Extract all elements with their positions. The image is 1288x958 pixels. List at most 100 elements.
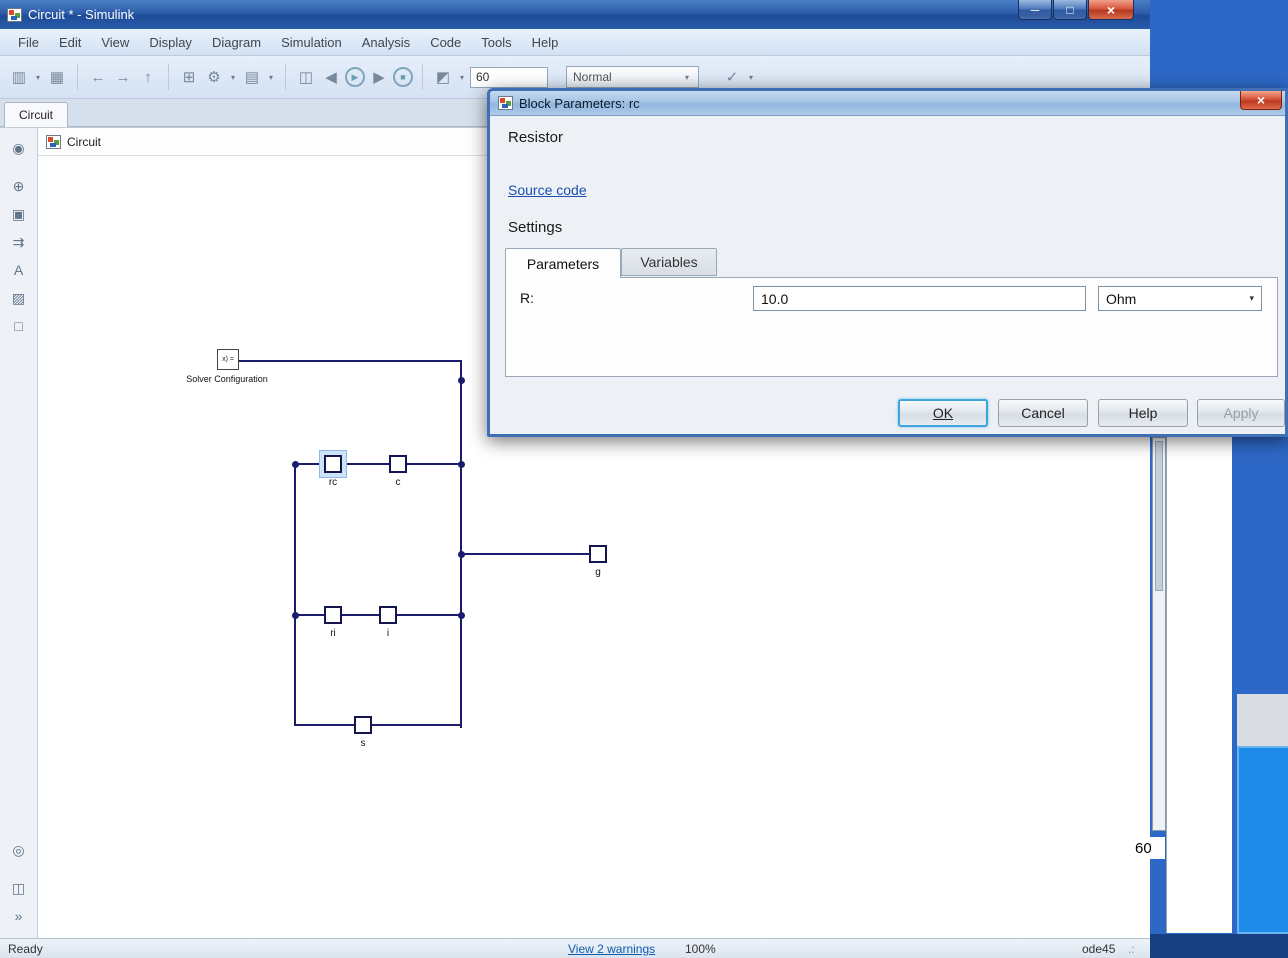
menu-display[interactable]: Display: [139, 31, 202, 54]
sim-mode-select[interactable]: Normal ▾: [566, 66, 699, 88]
menu-help[interactable]: Help: [522, 31, 569, 54]
param-unit-caret-icon: ▾: [1249, 293, 1254, 304]
stop-button[interactable]: ■: [393, 67, 413, 87]
block-s[interactable]: [354, 716, 372, 734]
model-settings-icon[interactable]: ▤: [241, 65, 263, 89]
menu-code[interactable]: Code: [420, 31, 471, 54]
back-icon[interactable]: ←: [87, 65, 109, 89]
wire: [461, 553, 591, 555]
dialog-title: Block Parameters: rc: [519, 96, 640, 111]
cancel-button[interactable]: Cancel: [998, 399, 1088, 427]
wire: [460, 360, 462, 728]
menu-simulation[interactable]: Simulation: [271, 31, 352, 54]
new-model-icon[interactable]: ▥: [8, 65, 30, 89]
block-ri[interactable]: [324, 606, 342, 624]
library-browser-icon[interactable]: ⊞: [178, 65, 200, 89]
menu-analysis[interactable]: Analysis: [352, 31, 420, 54]
status-zoom: 100%: [685, 942, 716, 956]
minimize-button[interactable]: ─: [1018, 0, 1052, 20]
wire-junction: [458, 551, 465, 558]
param-unit-select[interactable]: Ohm ▾: [1098, 286, 1262, 311]
block-rc[interactable]: [324, 455, 342, 473]
explore-icon[interactable]: ◉: [0, 134, 37, 162]
menu-edit[interactable]: Edit: [49, 31, 91, 54]
update-diagram-caret-icon[interactable]: ▾: [746, 73, 756, 82]
menu-tools[interactable]: Tools: [471, 31, 521, 54]
snapshot-icon[interactable]: ◎: [0, 836, 37, 864]
sim-stop-time-input[interactable]: [470, 67, 548, 88]
block-solver-configuration[interactable]: x) =: [217, 349, 239, 370]
status-ready: Ready: [8, 942, 43, 956]
source-code-link[interactable]: Source code: [508, 182, 587, 198]
status-solver: ode45: [1082, 942, 1115, 956]
up-to-parent-icon[interactable]: ↑: [137, 65, 159, 89]
sim-mode-value: Normal: [573, 70, 612, 84]
save-icon[interactable]: ▦: [46, 65, 68, 89]
background-panel: [1166, 437, 1232, 933]
viewmarks-icon[interactable]: ◫: [0, 874, 37, 902]
probe-icon[interactable]: ◩: [432, 65, 454, 89]
wire-junction: [292, 612, 299, 619]
tab-parameters[interactable]: Parameters: [505, 248, 621, 278]
ok-button[interactable]: OK: [898, 399, 988, 427]
menu-file[interactable]: File: [8, 31, 49, 54]
tab-circuit[interactable]: Circuit: [4, 102, 68, 127]
menu-diagram[interactable]: Diagram: [202, 31, 271, 54]
background-bottom-strip: [1150, 934, 1288, 958]
wire-junction: [458, 377, 465, 384]
update-diagram-check-icon[interactable]: ✓: [721, 65, 743, 89]
step-back-icon[interactable]: ◀: [320, 65, 342, 89]
sim-mode-caret-icon: ▾: [682, 73, 692, 82]
block-label-solver-configuration: Solver Configuration: [167, 374, 287, 384]
model-config-caret-icon[interactable]: ▾: [228, 73, 238, 82]
menu-view[interactable]: View: [91, 31, 139, 54]
toolbar-separator: [285, 64, 286, 90]
title-bar: Circuit * - Simulink ─ □ ×: [0, 0, 1150, 29]
warnings-link[interactable]: View 2 warnings: [568, 942, 655, 956]
toolbar-separator: [77, 64, 78, 90]
tab-variables[interactable]: Variables: [621, 248, 717, 276]
wire-junction: [458, 612, 465, 619]
maximize-button[interactable]: □: [1053, 0, 1087, 20]
background-scrollbar-thumb[interactable]: [1155, 441, 1163, 591]
zoom-icon[interactable]: ⊕: [0, 172, 37, 200]
wire-junction: [458, 461, 465, 468]
block-parameters-dialog: Block Parameters: rc × Resistor Source c…: [487, 88, 1288, 437]
wire: [294, 614, 462, 616]
resize-grip-icon[interactable]: .:: [1128, 942, 1135, 956]
dialog-title-bar[interactable]: Block Parameters: rc: [490, 91, 1285, 116]
toolbar-separator: [422, 64, 423, 90]
image-icon[interactable]: ▨: [0, 284, 37, 312]
block-g[interactable]: [589, 545, 607, 563]
settings-label: Settings: [508, 219, 562, 236]
dialog-block-icon: [498, 96, 513, 110]
apply-button[interactable]: Apply: [1197, 399, 1285, 427]
param-r-label: R:: [520, 290, 534, 306]
run-button[interactable]: ▶: [345, 67, 365, 87]
forward-icon[interactable]: →: [112, 65, 134, 89]
dialog-close-button[interactable]: ×: [1240, 91, 1282, 110]
left-tool-palette: ◉ ⊕ ▣ ⇉ A ▨ □ ◎ ◫ »: [0, 127, 38, 938]
probe-caret-icon[interactable]: ▾: [457, 73, 467, 82]
new-model-caret-icon[interactable]: ▾: [33, 73, 43, 82]
model-config-gear-icon[interactable]: ⚙: [203, 65, 225, 89]
window-title: Circuit * - Simulink: [28, 7, 134, 22]
model-settings-caret-icon[interactable]: ▾: [266, 73, 276, 82]
help-button[interactable]: Help: [1098, 399, 1188, 427]
block-c[interactable]: [389, 455, 407, 473]
add-viewer-icon[interactable]: ◫: [295, 65, 317, 89]
annotation-icon[interactable]: A: [0, 256, 37, 284]
block-i[interactable]: [379, 606, 397, 624]
expand-palette-icon[interactable]: »: [0, 902, 37, 930]
param-r-input[interactable]: [753, 286, 1086, 311]
signal-direction-icon[interactable]: ⇉: [0, 228, 37, 256]
close-button[interactable]: ×: [1088, 0, 1134, 20]
background-blue-fragment: [1237, 746, 1288, 934]
wire: [294, 463, 296, 726]
window-controls: ─ □ ×: [1018, 0, 1134, 20]
step-forward-icon[interactable]: ▶: [368, 65, 390, 89]
fit-to-view-icon[interactable]: ▣: [0, 200, 37, 228]
block-label-c: c: [378, 477, 418, 488]
breadcrumb-label[interactable]: Circuit: [67, 135, 101, 149]
area-icon[interactable]: □: [0, 312, 37, 340]
